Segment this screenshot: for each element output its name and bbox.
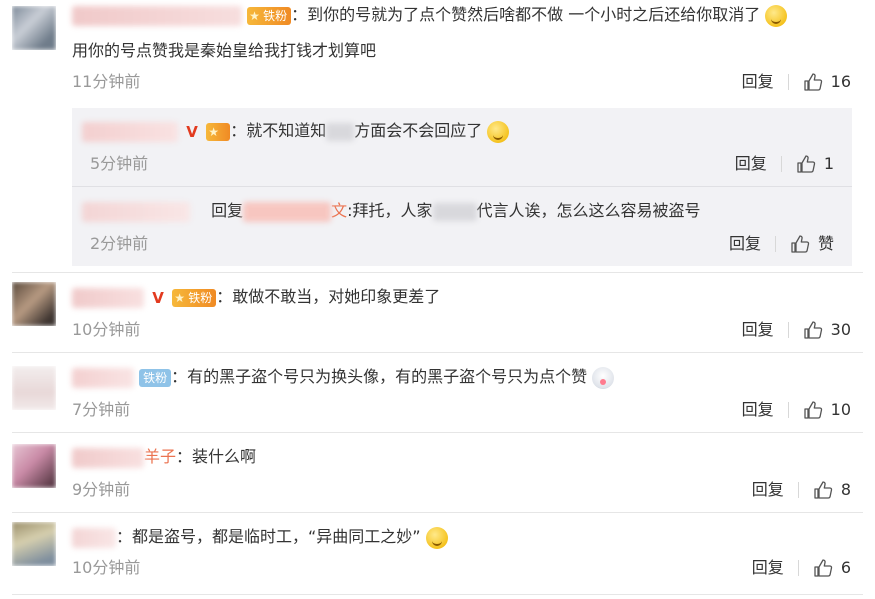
fan-badge: 铁粉 [139,368,172,387]
sub-reply-time: 5分钟前 [90,154,149,173]
comment-text: ：都是盗号，都是临时工，“异曲同工之妙” [72,526,448,549]
like-button[interactable]: 30 [803,320,851,340]
thumbs-up-icon [814,559,832,577]
verified-v-icon: V [186,122,198,141]
divider [787,402,789,418]
comment-text-line1: 铁粉：到你的号就为了点个赞然后啥都不做 一个小时之后还给你取消了 [72,4,788,27]
comment-divider [12,512,863,513]
divider [774,236,776,252]
comment-text-line2: 用你的号点赞我是秦始皇给我打钱才划算吧 [72,41,377,60]
avatar[interactable] [12,522,56,566]
divider [780,156,782,172]
divider [797,482,799,498]
comment-actions: 回复 30 [742,320,851,340]
reply-button[interactable]: 回复 [742,400,774,420]
thinking-emoji-icon [487,120,510,143]
username-blurred[interactable] [72,5,242,26]
like-count: 6 [840,558,851,577]
comment-time: 10分钟前 [72,320,141,339]
sub-replies-box: V ：就不知道知方面会不会回应了 5分钟前 回复 1 回复文:拜托，人家代言人诶… [72,108,852,266]
divider [787,74,789,90]
like-count: 1 [823,154,834,173]
username-blurred[interactable] [72,367,134,388]
thumbs-up-icon [797,155,815,173]
thumbs-up-icon [803,401,822,419]
comment-text: 羊子：装什么啊 [72,446,256,468]
avatar[interactable] [12,444,56,488]
comment-2: V 铁粉：敢做不敢当，对她印象更差了 10分钟前 回复 30 [0,276,875,356]
divider [797,560,799,576]
comment-1: 铁粉：到你的号就为了点个赞然后啥都不做 一个小时之后还给你取消了 用你的号点赞我… [0,0,875,100]
comment-4: 羊子：装什么啊 9分钟前 回复 8 [0,436,875,514]
comment-time: 7分钟前 [72,400,131,419]
sub-reply-actions: 回复 赞 [729,234,834,254]
comment-actions: 回复 10 [742,400,851,420]
comment-text: 铁粉 ：有的黑子盗个号只为换头像，有的黑子盗个号只为点个赞 [72,366,615,389]
like-count: 30 [830,320,851,339]
username-tail[interactable]: 羊子 [144,447,176,466]
comment-actions: 回复 6 [752,558,851,578]
like-label: 赞 [817,234,834,253]
comment-divider [12,352,863,353]
avatar[interactable] [12,366,56,410]
comment-text: V 铁粉：敢做不敢当，对她印象更差了 [72,286,440,308]
at-username-tail[interactable]: 文 [331,201,347,220]
sub-reply-2-text: 回复 文:拜托，人家 代言人诶，怎么这么容易被盗号 [82,200,701,222]
comment-divider [12,594,863,595]
username-blurred[interactable] [72,447,144,468]
like-button[interactable]: 6 [813,558,851,578]
thumbs-up-icon [803,321,822,339]
thumbs-up-icon [791,235,810,253]
comment-time: 10分钟前 [72,558,141,577]
comment-actions: 回复 8 [752,480,851,500]
avatar[interactable] [12,282,56,326]
blurred-text [326,122,355,141]
comment-3: 铁粉 ：有的黑子盗个号只为换头像，有的黑子盗个号只为点个赞 7分钟前 回复 10 [0,356,875,434]
username-blurred[interactable] [82,121,178,142]
sub-reply-actions: 回复 1 [735,154,834,174]
reply-button[interactable]: 回复 [742,72,774,92]
like-count: 16 [830,72,851,91]
comment-divider [12,432,863,433]
comment-divider [12,272,863,273]
comment-actions: 回复 16 [742,72,851,92]
username-blurred[interactable] [72,527,116,548]
reply-prefix: 回复 [211,201,244,220]
like-button[interactable]: 赞 [790,234,834,254]
like-button[interactable]: 1 [796,154,834,174]
reply-button[interactable]: 回复 [735,154,767,174]
fan-badge: 铁粉 [172,288,217,307]
reply-button[interactable]: 回复 [752,480,784,500]
smirk-emoji-icon [765,4,788,27]
comment-time: 11分钟前 [72,72,141,91]
username-blurred[interactable] [82,201,190,222]
like-count: 10 [830,400,851,419]
thumbs-up-icon [814,481,832,499]
avatar[interactable] [12,6,56,50]
reply-button[interactable]: 回复 [752,558,784,578]
at-username-blurred[interactable] [243,201,332,222]
sub-divider [72,186,852,187]
fan-crown-icon [206,122,231,141]
sub-reply-1-text: V ：就不知道知方面会不会回应了 [82,120,510,143]
divider [787,322,789,338]
like-button[interactable]: 8 [813,480,851,500]
comment-time: 9分钟前 [72,480,131,499]
sub-reply-time: 2分钟前 [90,234,149,253]
like-button[interactable]: 16 [803,72,851,92]
yum-emoji-icon [425,526,448,549]
comment-5: ：都是盗号，都是临时工，“异曲同工之妙” 10分钟前 回复 6 [0,516,875,596]
husky-emoji-icon [592,366,615,389]
blurred-text [432,202,477,221]
like-button[interactable]: 10 [803,400,851,420]
verified-v-icon: V [152,288,164,307]
thumbs-up-icon [803,73,822,91]
fan-badge: 铁粉 [247,6,292,25]
reply-button[interactable]: 回复 [742,320,774,340]
username-blurred[interactable] [72,287,144,308]
like-count: 8 [840,480,851,499]
reply-button[interactable]: 回复 [729,234,761,254]
